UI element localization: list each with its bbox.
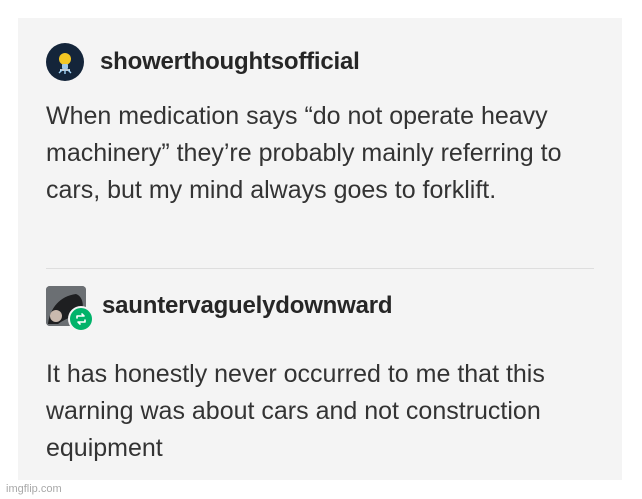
post-text: When medication says “do not operate hea… [46,102,562,204]
post-header: sauntervaguelydownward [46,286,393,332]
post-thread: showerthoughtsofficial When medication s… [18,18,622,480]
divider [46,268,594,269]
reblog-badge [68,306,94,332]
lightbulb-icon [58,53,72,74]
avatar[interactable] [46,43,84,81]
post-reblog: sauntervaguelydownward It has honestly n… [18,270,622,480]
post-text: It has honestly never occurred to me tha… [46,360,545,462]
reblog-icon [76,313,86,325]
username[interactable]: sauntervaguelydownward [102,292,393,320]
avatar[interactable] [46,286,94,332]
username[interactable]: showerthoughtsofficial [100,48,360,76]
post-original: showerthoughtsofficial When medication s… [18,18,622,269]
post-header: showerthoughtsofficial [46,42,360,82]
watermark: imgflip.com [6,483,62,495]
